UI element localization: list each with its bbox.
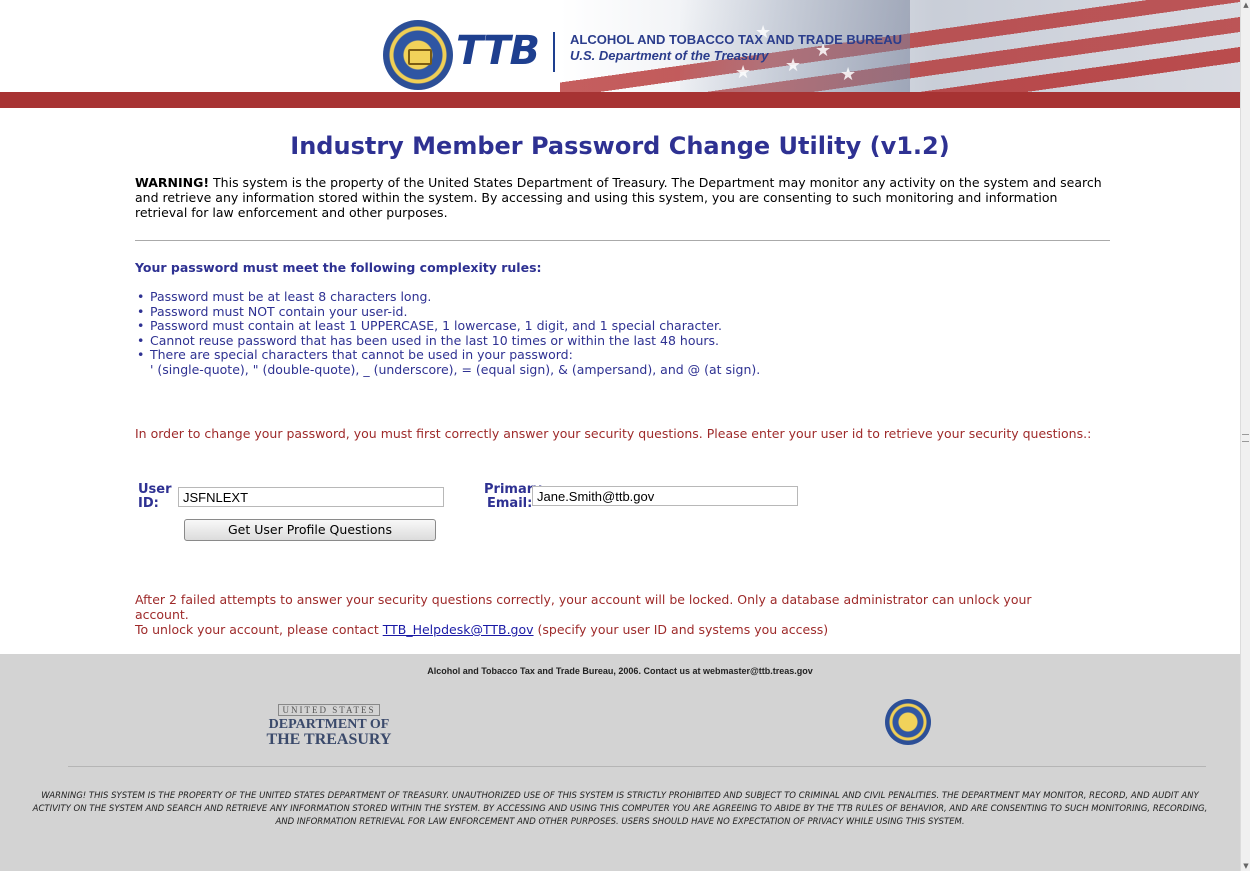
- bureau-name: ALCOHOL AND TOBACCO TAX AND TRADE BUREAU: [570, 32, 902, 47]
- star-icon: ★: [840, 64, 857, 85]
- scroll-grip-icon[interactable]: [1242, 434, 1249, 442]
- rules-continuation: ' (single-quote), " (double-quote), _ (u…: [150, 361, 761, 377]
- user-id-input[interactable]: [178, 487, 444, 507]
- site-footer: Alcohol and Tobacco Tax and Trade Bureau…: [0, 654, 1240, 871]
- ttb-seal-icon: [383, 20, 453, 90]
- treasury-seal-icon: [885, 699, 931, 745]
- ttb-logo: TTB: [456, 28, 540, 74]
- warning-label: WARNING!: [135, 175, 210, 190]
- get-profile-questions-button[interactable]: Get User Profile Questions: [184, 519, 436, 541]
- footer-warning: WARNING! THIS SYSTEM IS THE PROPERTY OF …: [32, 791, 1208, 827]
- email-input[interactable]: [532, 486, 798, 506]
- footer-contact: Alcohol and Tobacco Tax and Trade Bureau…: [427, 666, 813, 676]
- department-name: U.S. Department of the Treasury: [570, 48, 769, 63]
- vertical-scrollbar[interactable]: ▲ ▼: [1240, 0, 1250, 871]
- password-rules-list: • Password must be at least 8 characters …: [135, 289, 761, 377]
- unlock-instructions: To unlock your account, please contact T…: [135, 622, 829, 637]
- treasury-logo: UNITED STATES DEPARTMENT OF THE TREASURY: [266, 704, 392, 748]
- list-item: • There are special characters that canno…: [137, 347, 573, 362]
- scroll-down-icon[interactable]: ▼: [1241, 861, 1250, 871]
- warning-text: This system is the property of the Unite…: [135, 175, 1102, 220]
- list-item: • Password must NOT contain your user-id.: [137, 303, 408, 319]
- divider: [135, 240, 1110, 241]
- rules-heading: Your password must meet the following co…: [135, 260, 542, 275]
- lock-warning-text: After 2 failed attempts to answer your s…: [135, 592, 1032, 622]
- page-title: Industry Member Password Change Utility …: [290, 132, 950, 160]
- instructions-text: In order to change your password, you mu…: [135, 426, 1092, 441]
- system-warning: WARNING! This system is the property of …: [135, 175, 1105, 220]
- star-icon: ★: [735, 62, 752, 83]
- list-item: • Password must be at least 8 characters …: [137, 289, 432, 304]
- list-item: • Cannot reuse password that has been use…: [137, 332, 720, 348]
- list-item: • Password must contain at least 1 UPPERC…: [137, 318, 722, 333]
- scroll-up-icon[interactable]: ▲: [1241, 0, 1250, 10]
- star-icon: ★: [785, 55, 802, 76]
- site-header: ★ ★ ★ ★ ★ TTB ALCOHOL AND TOBACCO TAX AN…: [0, 0, 1240, 108]
- user-id-label: User ID:: [138, 482, 172, 511]
- helpdesk-email-link[interactable]: TTB_Helpdesk@TTB.gov: [383, 622, 534, 637]
- logo-divider: [553, 32, 555, 72]
- account-lock-note: After 2 failed attempts to answer your s…: [135, 592, 1085, 637]
- header-red-band: [0, 92, 1240, 108]
- footer-divider: [68, 766, 1206, 767]
- page: ★ ★ ★ ★ ★ TTB ALCOHOL AND TOBACCO TAX AN…: [0, 0, 1240, 871]
